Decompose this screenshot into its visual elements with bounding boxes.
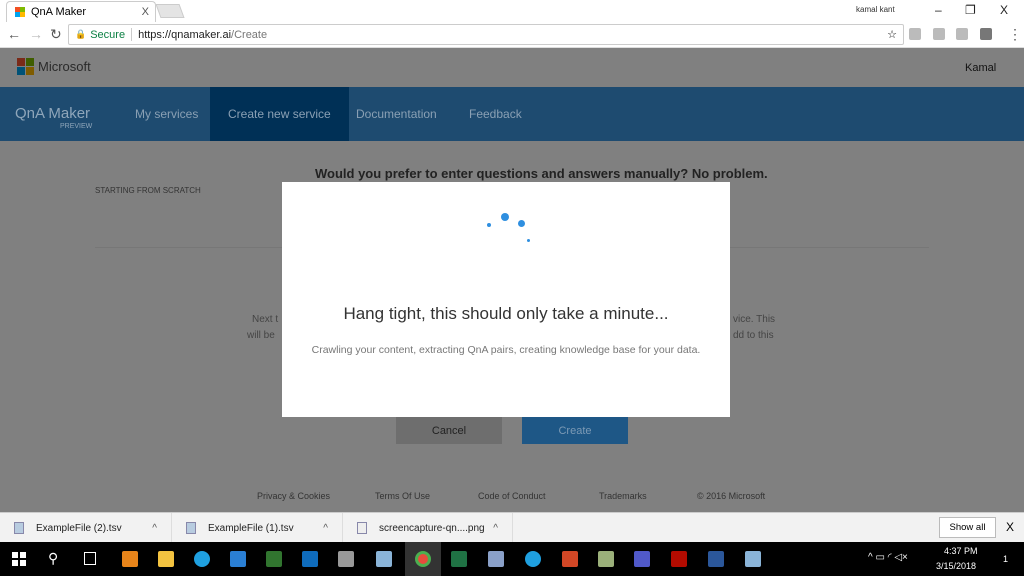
address-toolbar: ← → ↻ 🔒 Secure https://qnamaker.ai/Creat… xyxy=(0,22,1024,48)
nav-create-new-service[interactable]: Create new service xyxy=(210,87,349,141)
secure-label: Secure xyxy=(90,28,126,41)
footer-copyright: © 2016 Microsoft xyxy=(697,491,766,501)
back-icon[interactable]: ← xyxy=(7,26,21,42)
app-icon[interactable] xyxy=(122,551,138,567)
new-tab-button[interactable] xyxy=(155,4,185,18)
lock-icon: 🔒 xyxy=(75,29,87,39)
file-icon xyxy=(186,522,196,534)
microsoft-logo-icon xyxy=(17,58,34,75)
skype-icon[interactable] xyxy=(525,551,541,567)
qna-favicon-icon xyxy=(15,7,25,17)
file-explorer-icon[interactable] xyxy=(158,551,174,567)
bookmark-star-icon[interactable]: ☆ xyxy=(887,28,897,41)
microsoft-logo[interactable]: Microsoft xyxy=(17,58,91,75)
download-item[interactable]: ExampleFile (2).tsv ^ xyxy=(0,513,172,543)
word-icon[interactable] xyxy=(708,551,724,567)
cancel-button[interactable]: Cancel xyxy=(396,417,502,444)
description-text: Next t xyxy=(252,314,279,325)
nav-my-services[interactable]: My services xyxy=(117,87,216,141)
description-text: will be xyxy=(247,330,275,341)
downloads-bar: ExampleFile (2).tsv ^ ExampleFile (1).tsv… xyxy=(0,512,1024,543)
teams-icon[interactable] xyxy=(634,551,650,567)
create-button[interactable]: Create xyxy=(522,417,628,444)
app-icon[interactable] xyxy=(488,551,504,567)
preview-badge: PREVIEW xyxy=(60,123,93,130)
user-name[interactable]: Kamal xyxy=(965,62,996,74)
footer-terms-link[interactable]: Terms Of Use xyxy=(375,491,430,501)
snipping-tool-icon[interactable] xyxy=(338,551,354,567)
download-filename: ExampleFile (1).tsv xyxy=(208,522,294,534)
chrome-taskbar-button[interactable] xyxy=(405,542,441,576)
forward-icon[interactable]: → xyxy=(29,26,43,42)
edge-icon[interactable] xyxy=(230,551,246,567)
project-icon[interactable] xyxy=(266,551,282,567)
tab-close-button[interactable]: X xyxy=(142,6,149,18)
restore-button[interactable]: ❐ xyxy=(965,3,976,17)
clock-date[interactable]: 3/15/2018 xyxy=(936,561,976,571)
action-center-icon[interactable]: 1 xyxy=(1003,554,1008,564)
browser-tab-strip: QnA Maker X kamal kant – ❐ X xyxy=(0,0,1024,22)
microsoft-brand-text: Microsoft xyxy=(38,59,91,74)
microsoft-header: Microsoft Kamal xyxy=(0,48,1024,87)
nav-feedback[interactable]: Feedback xyxy=(451,87,540,141)
chevron-up-icon[interactable]: ^ xyxy=(152,523,157,534)
skype-business-icon[interactable] xyxy=(194,551,210,567)
download-filename: screencapture-qn....png xyxy=(379,522,485,534)
outlook-icon[interactable] xyxy=(302,551,318,567)
file-icon xyxy=(14,522,24,534)
acrobat-icon[interactable] xyxy=(671,551,687,567)
footer-conduct-link[interactable]: Code of Conduct xyxy=(478,491,546,501)
loading-spinner-icon xyxy=(482,210,542,250)
page-heading: Would you prefer to enter questions and … xyxy=(315,166,768,181)
minimize-button[interactable]: – xyxy=(935,3,942,17)
excel-icon[interactable] xyxy=(451,551,467,567)
app-nav: QnA Maker PREVIEW My services Create new … xyxy=(0,87,1024,141)
extension-icon[interactable] xyxy=(980,28,992,40)
app-icon[interactable] xyxy=(598,551,614,567)
download-item[interactable]: ExampleFile (1).tsv ^ xyxy=(172,513,343,543)
pdf-extension-icon[interactable] xyxy=(933,28,945,40)
tray-icons[interactable]: ^ ▭ ◜ ◁× xyxy=(868,552,908,563)
tab-title: QnA Maker xyxy=(31,6,87,18)
menu-kebab-icon[interactable]: ⋮ xyxy=(1008,26,1022,43)
url-host: https://qnamaker.ai xyxy=(138,28,232,41)
app-brand[interactable]: QnA Maker PREVIEW xyxy=(15,105,92,130)
upload-extension-icon[interactable] xyxy=(956,28,968,40)
chevron-up-icon[interactable]: ^ xyxy=(323,523,328,534)
file-icon xyxy=(357,522,367,534)
windows-start-icon[interactable] xyxy=(12,552,26,566)
footer-privacy-link[interactable]: Privacy & Cookies xyxy=(257,491,330,501)
chevron-up-icon[interactable]: ^ xyxy=(493,523,498,534)
download-filename: ExampleFile (2).tsv xyxy=(36,522,122,534)
task-view-icon[interactable] xyxy=(84,552,96,565)
nav-documentation[interactable]: Documentation xyxy=(338,87,455,141)
app-icon[interactable] xyxy=(745,551,761,567)
section-label: STARTING FROM SCRATCH xyxy=(95,186,201,195)
profile-name[interactable]: kamal kant xyxy=(856,5,895,14)
loading-message: Crawling your content, extracting QnA pa… xyxy=(311,344,701,356)
loading-dialog: Hang tight, this should only take a minu… xyxy=(282,182,730,417)
powerpoint-icon[interactable] xyxy=(562,551,578,567)
app-name: QnA Maker xyxy=(15,105,91,122)
download-item[interactable]: screencapture-qn....png ^ xyxy=(343,513,513,543)
app-icon[interactable] xyxy=(376,551,392,567)
search-icon[interactable]: ⚲ xyxy=(48,550,58,567)
taskbar: ⚲ ^ ▭ ◜ ◁× 4:37 PM 3/15/2018 1 xyxy=(0,542,1024,576)
address-bar[interactable]: 🔒 Secure https://qnamaker.ai/Create ☆ xyxy=(68,24,904,45)
description-text: dd to this xyxy=(733,330,774,341)
reload-icon[interactable]: ↻ xyxy=(50,26,62,43)
browser-tab[interactable]: QnA Maker X xyxy=(6,1,156,22)
footer-trademarks-link[interactable]: Trademarks xyxy=(599,491,647,501)
loading-title: Hang tight, this should only take a minu… xyxy=(343,304,669,323)
window-close-button[interactable]: X xyxy=(1000,3,1008,17)
close-downloads-button[interactable]: X xyxy=(1006,520,1014,534)
url-path: /Create xyxy=(231,28,268,41)
description-text: vice. This xyxy=(733,314,776,325)
show-all-button[interactable]: Show all xyxy=(939,517,996,538)
camera-extension-icon[interactable] xyxy=(909,28,921,40)
clock-time[interactable]: 4:37 PM xyxy=(944,546,978,556)
